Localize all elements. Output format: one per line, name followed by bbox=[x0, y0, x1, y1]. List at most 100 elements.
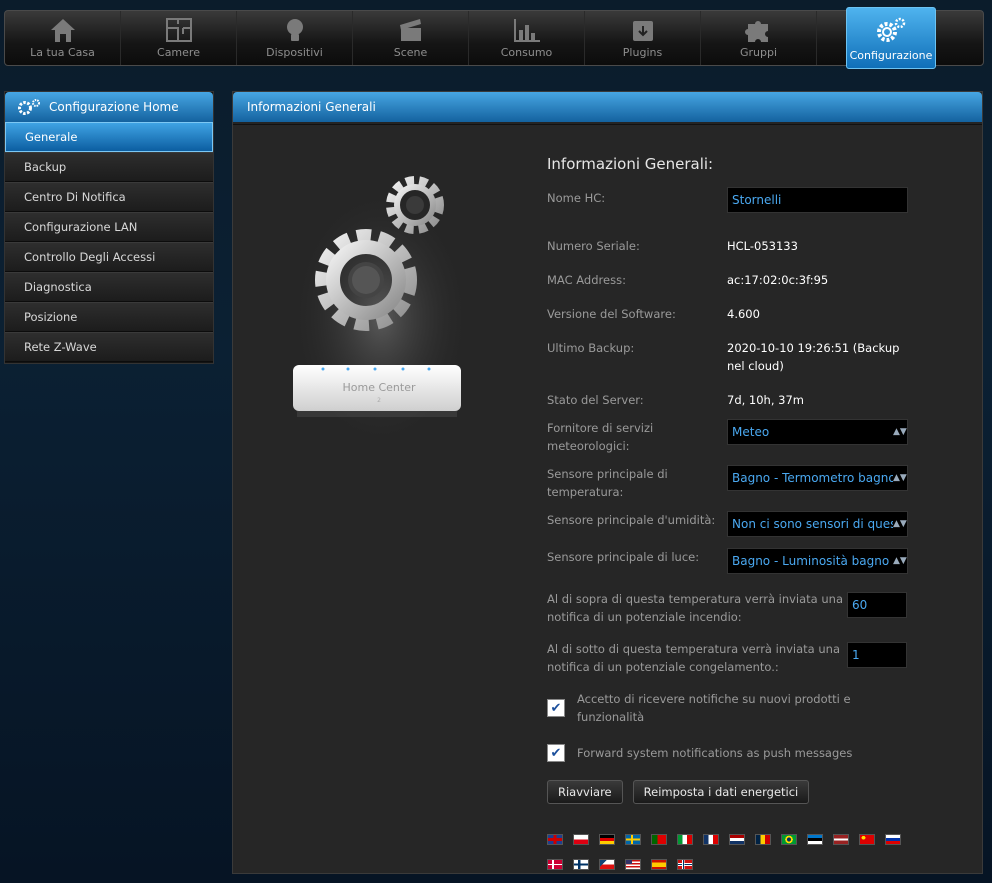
uk-flag-icon[interactable] bbox=[547, 834, 563, 845]
es-flag-icon[interactable] bbox=[651, 859, 667, 870]
sidebar-item-backup[interactable]: Backup bbox=[5, 152, 213, 182]
nl-flag-icon[interactable] bbox=[729, 834, 745, 845]
pl-flag-icon[interactable] bbox=[573, 834, 589, 845]
sidebar-item-controllo-accessi[interactable]: Controllo Degli Accessi bbox=[5, 242, 213, 272]
home-center-illustration: Home Center 2 bbox=[291, 175, 471, 435]
sidebar-item-diagnostica[interactable]: Diagnostica bbox=[5, 272, 213, 302]
nav-label: Plugins bbox=[622, 46, 663, 59]
ee-flag-icon[interactable] bbox=[807, 834, 823, 845]
nav-label: Gruppi bbox=[739, 46, 778, 59]
form-title: Informazioni Generali: bbox=[547, 155, 714, 173]
nav-camere[interactable]: Camere bbox=[121, 11, 237, 65]
us-flag-icon[interactable] bbox=[625, 859, 641, 870]
mac-value: ac:17:02:0c:3f:95 bbox=[727, 273, 829, 287]
updown-arrow-icon: ▲▼ bbox=[893, 519, 907, 529]
serial-label: Numero Seriale: bbox=[547, 239, 640, 253]
main-panel: Informazioni Generali Home Center 2 Info… bbox=[232, 91, 983, 874]
last-backup-value: 2020-10-10 19:26:51 (Backup nel cloud) bbox=[727, 341, 900, 373]
nav-label: Dispositivi bbox=[266, 46, 323, 59]
se-flag-icon[interactable] bbox=[625, 834, 641, 845]
fire-threshold-input[interactable]: 60 bbox=[847, 592, 907, 618]
updown-arrow-icon: ▲▼ bbox=[893, 427, 907, 437]
fi-flag-icon[interactable] bbox=[573, 859, 589, 870]
clapper-icon bbox=[399, 19, 421, 41]
language-flags bbox=[547, 830, 917, 874]
device-sublabel: 2 bbox=[377, 397, 381, 404]
ru-flag-icon[interactable] bbox=[885, 834, 901, 845]
temperature-sensor-value: Bagno - Termometro bagno bbox=[732, 471, 893, 485]
reset-energy-button[interactable]: Reimposta i dati energetici bbox=[632, 780, 810, 804]
light-sensor-label: Sensore principale di luce: bbox=[547, 550, 700, 564]
ro-flag-icon[interactable] bbox=[755, 834, 771, 845]
cz-flag-icon[interactable] bbox=[599, 859, 615, 870]
light-sensor-select[interactable]: Bagno - Luminosità bagno ▲▼ bbox=[727, 548, 908, 574]
last-backup-label: Ultimo Backup: bbox=[547, 341, 635, 355]
nav-dispositivi[interactable]: Dispositivi bbox=[237, 11, 353, 65]
light-sensor-value: Bagno - Luminosità bagno bbox=[732, 554, 890, 568]
sidebar-item-posizione[interactable]: Posizione bbox=[5, 302, 213, 332]
temperature-sensor-select[interactable]: Bagno - Termometro bagno ▲▼ bbox=[727, 465, 908, 491]
home-center-device: Home Center 2 bbox=[293, 365, 461, 417]
pt-flag-icon[interactable] bbox=[651, 834, 667, 845]
server-status-label: Stato del Server: bbox=[547, 393, 644, 407]
lv-flag-icon[interactable] bbox=[833, 834, 849, 845]
restart-button[interactable]: Riavviare bbox=[547, 780, 623, 804]
freeze-threshold-input[interactable]: 1 bbox=[847, 642, 907, 668]
nav-label: Scene bbox=[393, 46, 428, 59]
de-flag-icon[interactable] bbox=[599, 834, 615, 845]
nav-plugins[interactable]: Plugins bbox=[585, 11, 701, 65]
dk-flag-icon[interactable] bbox=[547, 859, 563, 870]
weather-provider-value: Meteo bbox=[732, 425, 770, 439]
sidebar-item-centro-notifica[interactable]: Centro Di Notifica bbox=[5, 182, 213, 212]
gears-icon bbox=[877, 17, 906, 42]
sidebar-item-generale[interactable]: Generale bbox=[5, 122, 213, 152]
box-icon bbox=[632, 21, 653, 41]
content-area: Home Center 2 Informazioni Generali: Nom… bbox=[233, 124, 982, 873]
humidity-sensor-select[interactable]: Non ci sono sensori di questo tipo ▲▼ bbox=[727, 511, 908, 537]
weather-provider-label: Fornitore di servizi meteorologici: bbox=[547, 421, 654, 453]
no-flag-icon[interactable] bbox=[677, 859, 693, 870]
it-flag-icon[interactable] bbox=[677, 834, 693, 845]
cn-flag-icon[interactable] bbox=[859, 834, 875, 845]
nav-configurazione[interactable]: Configurazione bbox=[846, 7, 936, 69]
fire-threshold-label: Al di sopra di questa temperatura verrà … bbox=[547, 592, 844, 624]
software-version-value: 4.600 bbox=[727, 307, 760, 321]
bulb-icon bbox=[286, 19, 303, 41]
push-notifications-label: Forward system notifications as push mes… bbox=[577, 746, 853, 760]
puzzle-icon bbox=[744, 21, 768, 42]
nav-la-tua-casa[interactable]: La tua Casa bbox=[5, 11, 121, 65]
temperature-sensor-label: Sensore principale di temperatura: bbox=[547, 467, 668, 499]
server-status-value: 7d, 10h, 37m bbox=[727, 393, 804, 407]
nav-label: Consumo bbox=[500, 46, 553, 59]
sidebar: Configurazione Home Generale Backup Cent… bbox=[4, 91, 214, 364]
humidity-sensor-label: Sensore principale d'umidità: bbox=[547, 513, 716, 527]
gears-icon bbox=[18, 99, 40, 115]
nav-label: Camere bbox=[157, 46, 200, 59]
newsletter-checkbox[interactable]: ✔ bbox=[547, 699, 565, 717]
software-version-label: Versione del Software: bbox=[547, 307, 676, 321]
sidebar-item-configurazione-lan[interactable]: Configurazione LAN bbox=[5, 212, 213, 242]
freeze-threshold-label: Al di sotto di questa temperatura verrà … bbox=[547, 642, 840, 674]
mac-label: MAC Address: bbox=[547, 273, 626, 287]
sidebar-title: Configurazione Home bbox=[49, 100, 179, 114]
device-label: Home Center bbox=[342, 381, 415, 394]
nav-gruppi[interactable]: Gruppi bbox=[701, 11, 817, 65]
fr-flag-icon[interactable] bbox=[703, 834, 719, 845]
updown-arrow-icon: ▲▼ bbox=[893, 556, 907, 566]
nav-label: La tua Casa bbox=[30, 46, 95, 59]
hc-name-input[interactable]: Stornelli bbox=[727, 187, 908, 213]
br-flag-icon[interactable] bbox=[781, 834, 797, 845]
sidebar-item-rete-zwave[interactable]: Rete Z-Wave bbox=[5, 332, 213, 362]
nav-consumo[interactable]: Consumo bbox=[469, 11, 585, 65]
serial-value: HCL-053133 bbox=[727, 239, 798, 253]
top-navigation: La tua Casa Camere Dispositivi Scene Con… bbox=[4, 7, 984, 69]
general-info-form: Informazioni Generali: Nome HC: Stornell… bbox=[547, 155, 917, 874]
push-notifications-checkbox[interactable]: ✔ bbox=[547, 744, 565, 762]
hc-name-label: Nome HC: bbox=[547, 191, 606, 205]
main-header: Informazioni Generali bbox=[233, 92, 982, 122]
floorplan-icon bbox=[165, 18, 192, 42]
weather-provider-select[interactable]: Meteo ▲▼ bbox=[727, 419, 908, 445]
updown-arrow-icon: ▲▼ bbox=[893, 473, 907, 483]
nav-scene[interactable]: Scene bbox=[353, 11, 469, 65]
sidebar-header: Configurazione Home bbox=[5, 92, 213, 122]
